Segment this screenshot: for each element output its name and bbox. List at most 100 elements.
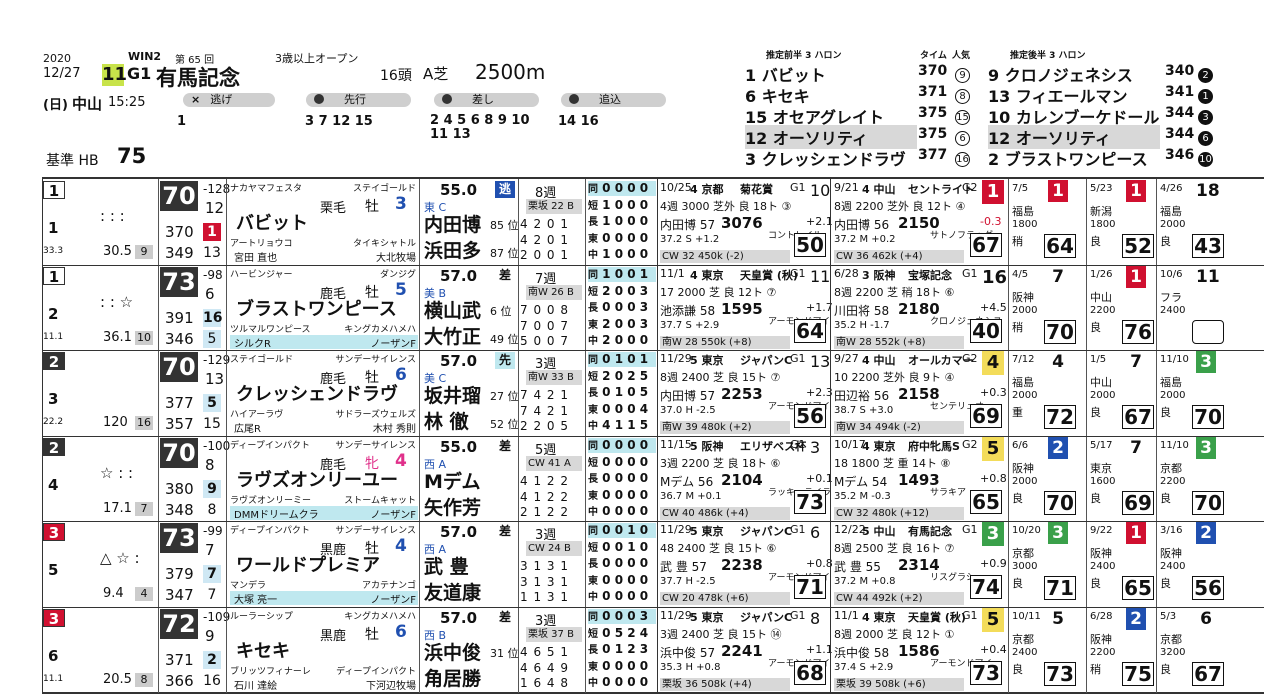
hist-going: 良	[1160, 577, 1171, 590]
record-line: 中 0 0 0 0	[588, 504, 656, 519]
last-field: 10	[810, 181, 831, 200]
farm: 下河辺牧場	[366, 681, 416, 692]
front-rank-time: 375	[918, 105, 948, 121]
prev-course: 4 東京	[862, 611, 896, 624]
hist-place: 福島	[1012, 205, 1034, 218]
horse-rating: 70	[160, 352, 198, 382]
hist-rank: 7	[1130, 438, 1142, 458]
last-body: 南W 39 480k (+2)	[660, 421, 790, 434]
last-field: 13	[810, 352, 831, 371]
prev-course: 5 中山	[862, 525, 896, 538]
hist-date: 1/5	[1090, 354, 1107, 365]
rating-rank: 9	[205, 627, 215, 645]
record-label: 短	[588, 200, 598, 212]
stat-line-2: 4 2 0 1	[520, 233, 569, 247]
hist-score: 67	[1192, 662, 1224, 686]
col-divider	[158, 436, 159, 522]
breeder-line: ディープインパクト	[336, 667, 416, 677]
col-divider	[585, 179, 586, 265]
prev-date: 11/1	[834, 609, 859, 622]
prev-race-name: 府中牝馬S	[908, 440, 960, 453]
col-divider	[830, 521, 831, 607]
hist-distance: 1600	[1090, 476, 1116, 487]
horse-row[interactable]: 1 2 11.1: : ☆ 36.1 10 73 -98 6 391 16 346 5 ハービンジャー ダ…	[0, 265, 1264, 351]
col-divider	[830, 436, 831, 522]
jockey-rank: 6 位	[490, 305, 512, 318]
dam-sire: キングカメハメハ	[344, 612, 416, 622]
prev-rank: 5	[982, 437, 1004, 461]
hist-rank: 6	[1200, 609, 1212, 629]
col-divider	[1086, 265, 1087, 351]
stat-line-1: 4 2 0 1	[520, 217, 569, 231]
race-time: 15:25	[108, 95, 146, 110]
hist-going: 良	[1012, 492, 1023, 505]
pop-circle: 15	[955, 110, 970, 125]
pop-circle: 8	[955, 89, 970, 104]
trainer-rank: 49 位	[490, 333, 519, 346]
last-time: 2104	[721, 471, 763, 489]
dam: アートリョウコ	[230, 239, 293, 249]
back-time: 366	[165, 672, 194, 690]
col-divider	[226, 521, 227, 607]
hist-score: 71	[1044, 576, 1076, 600]
record-label: 同	[588, 184, 598, 195]
sire: ナカヤマフェスタ	[230, 184, 303, 194]
prev-diff: +4.5	[980, 301, 1007, 314]
hist-date: 5/23	[1090, 183, 1113, 194]
hist-place: 阪神	[1090, 547, 1112, 560]
horse-number: 1	[48, 219, 59, 237]
trainer-rank: 52 位	[490, 418, 519, 431]
hist-place: 中山	[1090, 291, 1112, 304]
horse-row[interactable]: 3 5 △ ☆ : 9.4 4 73 -99 7 379 7 347 7 ディープインパクト サンデーサイ…	[0, 521, 1264, 607]
horse-row[interactable]: 1 1 33.3: : :30.5 9 70 -128 12 370 1 349 13 ナカヤマフェス…	[0, 179, 1264, 265]
prev-body: 南W 34 494k (-2)	[834, 421, 964, 434]
record-values: 0 0 1 0	[598, 539, 649, 554]
record-label: 東	[588, 575, 598, 587]
race-year: 2020	[43, 52, 71, 65]
horse-row[interactable]: 3 6 11.1 20.5 8 72 -109 9 371 2 366 16 ルーラーシップ キングカメハ…	[0, 607, 1264, 693]
last-grade: G1	[790, 523, 806, 536]
last-date: 11/29	[660, 609, 692, 622]
hist-rank: 2	[1196, 522, 1216, 544]
jockey-rank: 31 位	[490, 647, 519, 660]
prev-jockey: 内田博 56	[834, 218, 890, 232]
horse-row[interactable]: 2 3 22.2 120 16 70 -129 13 377 5 357 15 ステイゴールド サンデーサ…	[0, 350, 1264, 436]
col-divider	[158, 521, 159, 607]
col-divider	[158, 179, 159, 265]
hist-place: 京都	[1012, 547, 1034, 560]
col-divider	[657, 436, 658, 522]
last-score: 68	[794, 661, 826, 685]
record-line: 同 0 1 0 1	[588, 352, 656, 367]
hist-rank: 4	[1052, 352, 1064, 372]
col-divider	[657, 607, 658, 693]
hist-place: 福島	[1160, 205, 1182, 218]
farm: 木村 秀則	[372, 424, 416, 435]
breeder-line: タイキシャトル	[352, 239, 416, 249]
rating-diff: -98	[203, 268, 223, 282]
breeder-line: キングカメハメハ	[344, 325, 416, 335]
hist-rank: 11	[1196, 267, 1220, 287]
back-time: 357	[165, 415, 194, 433]
hist-place: 阪神	[1012, 291, 1034, 304]
record-label: 東	[588, 233, 598, 245]
style-badge: 差	[498, 439, 511, 453]
record-values: 0 0 0 0	[598, 572, 649, 587]
col-divider	[1008, 350, 1009, 436]
record-label: 中	[588, 421, 598, 432]
record-label: 短	[588, 371, 598, 383]
last-field: 6	[810, 523, 821, 542]
stat-line-2: 4 1 2 2	[520, 490, 569, 504]
record-line: 中 0 0 0 0	[588, 675, 656, 690]
horse-name: バビット	[236, 213, 308, 234]
last-jockey: 池添謙 58	[660, 304, 716, 318]
stat-line-1: 4 1 2 2	[520, 474, 569, 488]
front-time: 377	[165, 394, 194, 412]
col-divider	[1008, 607, 1009, 693]
record-line: 中 1 0 0 0	[588, 247, 656, 262]
style-dot-icon	[314, 94, 324, 104]
horse-row[interactable]: 2 4 ☆ : :17.1 7 70 -100 8 380 9 348 8 ディープインパクト サンデー…	[0, 436, 1264, 522]
row-divider	[42, 521, 1264, 522]
prev-jockey: 武 豊 55	[834, 560, 881, 574]
record-line: 同 0 0 1 0	[588, 523, 656, 538]
hist-rank: 3	[1048, 522, 1068, 544]
